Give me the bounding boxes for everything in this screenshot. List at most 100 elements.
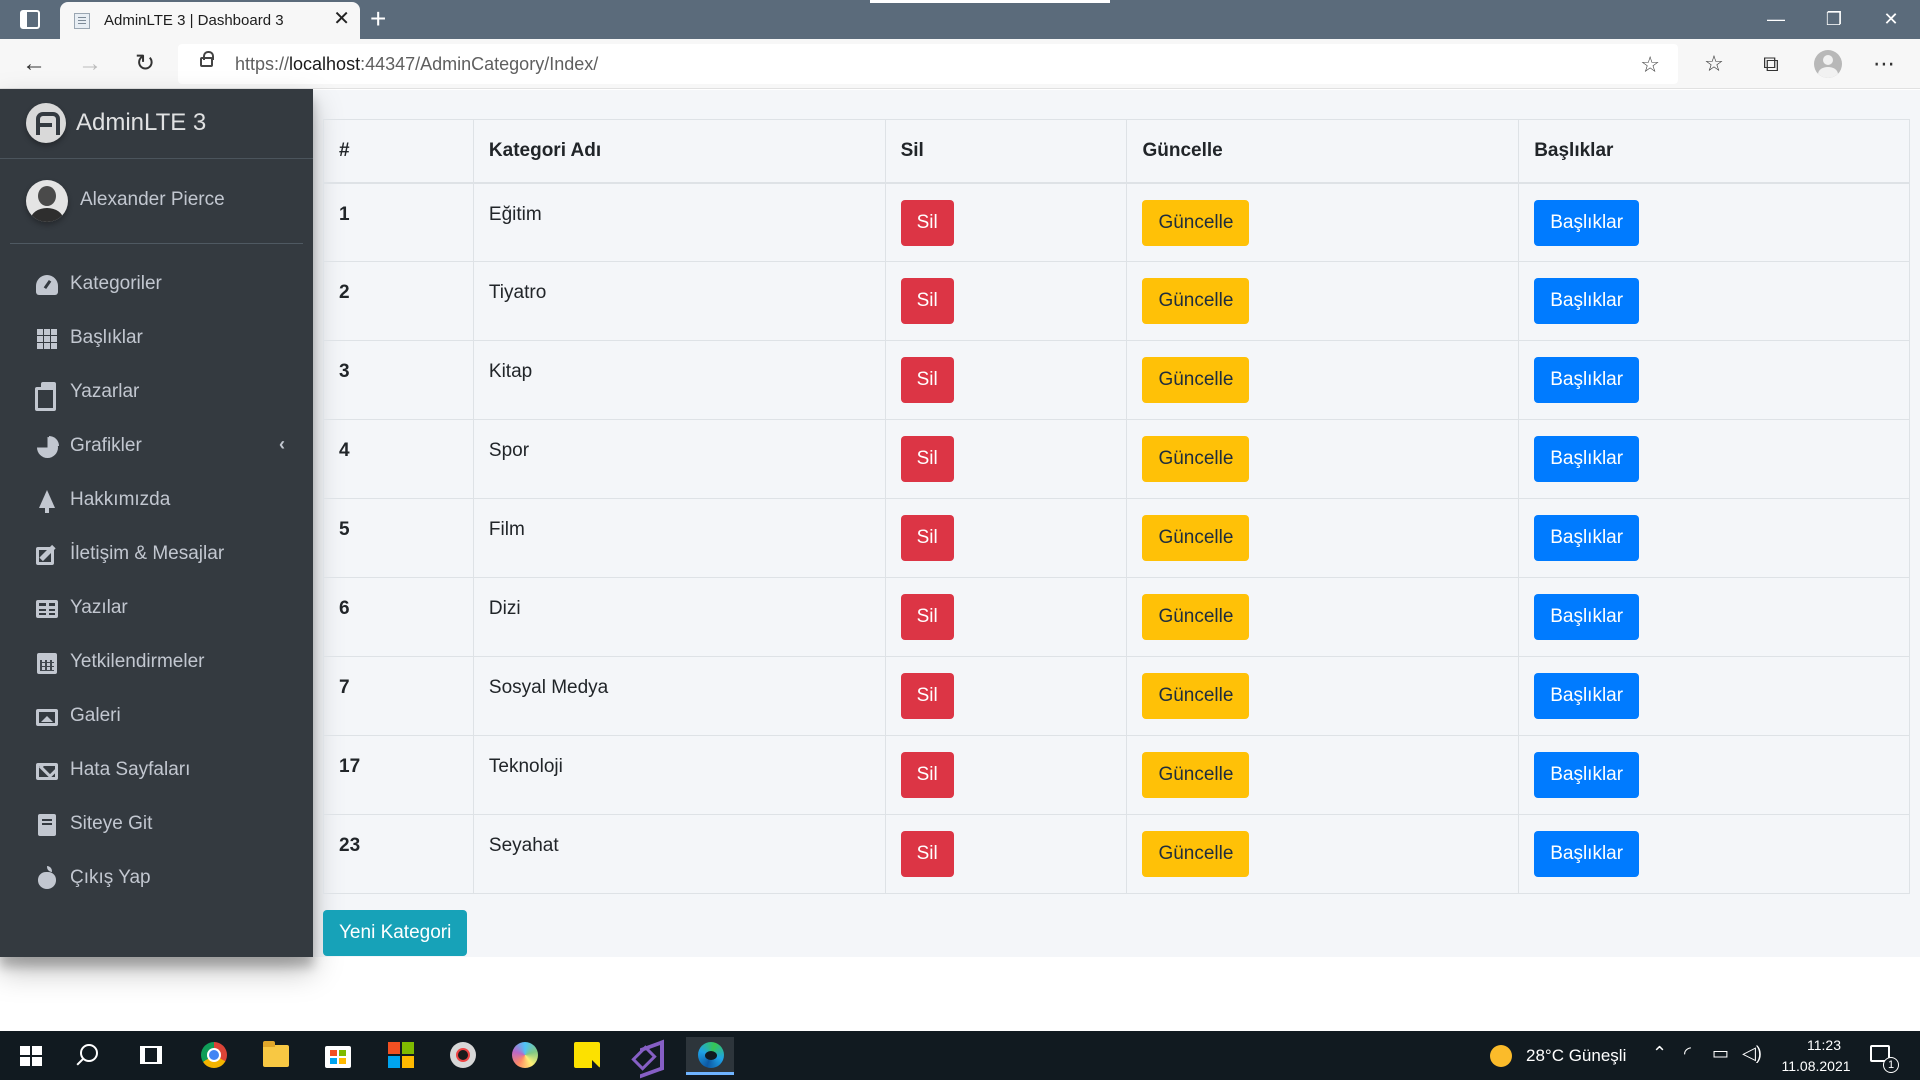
add-favorite-icon[interactable]: ☆: [1640, 52, 1660, 78]
column-header-category-name: Kategori Adı: [472, 119, 886, 184]
sidebar-item-kategoriler[interactable]: Kategoriler: [10, 258, 303, 312]
task-view-icon[interactable]: [140, 1046, 162, 1064]
titles-button[interactable]: Başlıklar: [1534, 199, 1640, 246]
sidebar-item-basliklar[interactable]: Başlıklar: [10, 312, 303, 366]
profile-avatar-icon[interactable]: [1814, 50, 1842, 78]
microsoft-grid-icon: [388, 1042, 414, 1068]
new-tab-icon[interactable]: +: [370, 2, 386, 36]
delete-button[interactable]: Sil: [900, 278, 954, 324]
browser-tab-active[interactable]: AdminLTE 3 | Dashboard 3 ✕: [60, 2, 360, 39]
new-category-button[interactable]: Yeni Kategori: [323, 910, 468, 956]
windows-start-icon[interactable]: [20, 1046, 42, 1066]
taskbar-media[interactable]: [438, 1037, 486, 1075]
update-button[interactable]: Güncelle: [1142, 278, 1250, 324]
taskbar-visual-studio[interactable]: [624, 1037, 672, 1075]
delete-button[interactable]: Sil: [900, 436, 954, 482]
column-header-id: #: [323, 119, 474, 184]
close-window-icon[interactable]: ✕: [1862, 0, 1920, 39]
refresh-icon[interactable]: ↻: [127, 47, 163, 81]
taskbar-file-explorer[interactable]: [251, 1037, 299, 1075]
titles-button[interactable]: Başlıklar: [1534, 357, 1640, 403]
titles-cell: Başlıklar: [1518, 261, 1910, 341]
forward-arrow-icon[interactable]: →: [72, 47, 108, 81]
update-button[interactable]: Güncelle: [1142, 673, 1250, 719]
category-id: 5: [323, 498, 474, 578]
delete-button[interactable]: Sil: [900, 199, 954, 246]
taskbar-edge[interactable]: [686, 1037, 734, 1075]
restore-icon[interactable]: ❐: [1805, 0, 1863, 39]
column-header-delete: Sil: [884, 119, 1128, 184]
collections-icon[interactable]: ⧉: [1755, 49, 1787, 79]
address-bar[interactable]: https://localhost:44347/AdminCategory/In…: [178, 44, 1678, 84]
user-name-link[interactable]: Alexander Pierce: [80, 189, 225, 211]
delete-button[interactable]: Sil: [900, 357, 954, 403]
sidebar-item-hakkimizda[interactable]: Hakkımızda: [10, 474, 303, 528]
delete-button[interactable]: Sil: [900, 515, 954, 561]
clock-time[interactable]: 11:23: [1792, 1037, 1856, 1053]
taskbar-paint[interactable]: [500, 1037, 548, 1075]
taskbar-store[interactable]: [313, 1037, 361, 1075]
table-header-row: # Kategori Adı Sil Güncelle Başlıklar: [323, 119, 1910, 184]
windows-taskbar: 28°C Güneşli ⌃ ◜ ▭ ◁) 11:23 11.08.2021 1: [0, 1031, 1920, 1080]
update-button[interactable]: Güncelle: [1142, 752, 1250, 798]
minimize-icon[interactable]: —: [1747, 0, 1805, 39]
category-name: Kitap: [472, 340, 886, 420]
sidebar-item-grafikler[interactable]: Grafikler ‹: [10, 420, 303, 474]
sidebar-item-yetkilendirmeler[interactable]: Yetkilendirmeler: [10, 636, 303, 690]
lock-icon[interactable]: [200, 51, 214, 67]
titles-cell: Başlıklar: [1518, 419, 1910, 499]
delete-cell: Sil: [884, 498, 1128, 578]
chevron-left-icon[interactable]: ‹: [279, 434, 285, 455]
sidebar-item-yazilar[interactable]: Yazılar: [10, 582, 303, 636]
battery-icon[interactable]: ▭: [1712, 1043, 1729, 1064]
sidebar-item-yazarlar[interactable]: Yazarlar: [10, 366, 303, 420]
sidebar-item-galeri[interactable]: Galeri: [10, 690, 303, 744]
titles-cell: Başlıklar: [1518, 182, 1910, 262]
update-button[interactable]: Güncelle: [1142, 436, 1250, 482]
weather-text[interactable]: 28°C Güneşli: [1526, 1046, 1626, 1066]
sidebar-item-iletisim[interactable]: İletişim & Mesajlar: [10, 528, 303, 582]
volume-icon[interactable]: ◁): [1742, 1043, 1762, 1064]
tab-close-icon[interactable]: ✕: [333, 8, 350, 30]
update-button[interactable]: Güncelle: [1142, 515, 1250, 561]
taskbar-office[interactable]: [376, 1037, 424, 1075]
delete-button[interactable]: Sil: [900, 752, 954, 798]
more-options-icon[interactable]: ⋯: [1868, 49, 1900, 79]
delete-cell: Sil: [884, 735, 1128, 815]
taskbar-sticky-notes[interactable]: [562, 1037, 610, 1075]
titles-button[interactable]: Başlıklar: [1534, 278, 1640, 324]
category-id: 1: [323, 182, 474, 262]
chevron-up-icon[interactable]: ⌃: [1652, 1043, 1667, 1064]
delete-cell: Sil: [884, 814, 1128, 894]
wifi-icon[interactable]: ◜: [1684, 1043, 1691, 1064]
category-name: Seyahat: [472, 814, 886, 894]
brand-link[interactable]: AdminLTE 3: [0, 89, 313, 159]
update-button[interactable]: Güncelle: [1142, 357, 1250, 403]
search-icon[interactable]: [80, 1044, 98, 1062]
taskbar-chrome[interactable]: [189, 1037, 237, 1075]
titles-button[interactable]: Başlıklar: [1534, 673, 1640, 719]
sidebar-item-siteye-git[interactable]: Siteye Git: [10, 798, 303, 852]
media-disc-icon: [450, 1042, 476, 1068]
clock-date[interactable]: 11.08.2021: [1776, 1058, 1856, 1074]
tab-actions-icon[interactable]: [20, 10, 40, 29]
titles-button[interactable]: Başlıklar: [1534, 594, 1640, 640]
update-button[interactable]: Güncelle: [1142, 831, 1250, 877]
sidebar-item-hata-sayfalari[interactable]: Hata Sayfaları: [10, 744, 303, 798]
table-row: 1 Eğitim Sil Güncelle Başlıklar: [323, 182, 1910, 262]
sidebar-item-cikis-yap[interactable]: Çıkış Yap: [10, 852, 303, 906]
update-button[interactable]: Güncelle: [1142, 594, 1250, 640]
back-arrow-icon[interactable]: ←: [16, 47, 52, 81]
delete-button[interactable]: Sil: [900, 594, 954, 640]
delete-button[interactable]: Sil: [900, 831, 954, 877]
favorites-icon[interactable]: ☆: [1698, 49, 1730, 79]
table-row: 7 Sosyal Medya Sil Güncelle Başlıklar: [323, 656, 1910, 736]
url-text[interactable]: https://localhost:44347/AdminCategory/In…: [235, 54, 598, 75]
weather-sun-icon[interactable]: [1490, 1045, 1512, 1067]
titles-button[interactable]: Başlıklar: [1534, 436, 1640, 482]
titles-button[interactable]: Başlıklar: [1534, 515, 1640, 561]
titles-button[interactable]: Başlıklar: [1534, 752, 1640, 798]
delete-button[interactable]: Sil: [900, 673, 954, 719]
titles-button[interactable]: Başlıklar: [1534, 831, 1640, 877]
update-button[interactable]: Güncelle: [1142, 199, 1250, 246]
